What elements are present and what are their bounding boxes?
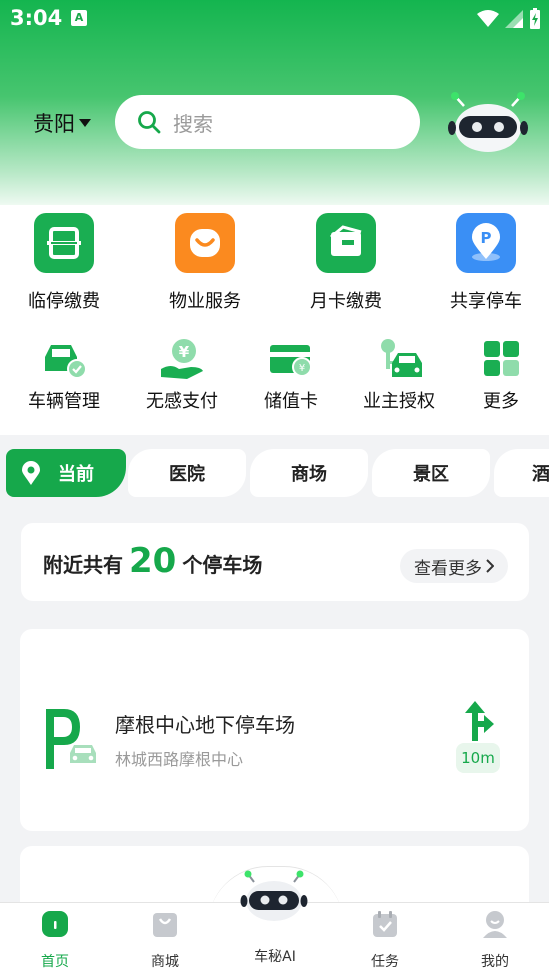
notification-icon: A [71,10,87,26]
owner-auth-icon [374,337,424,381]
search-placeholder: 搜索 [173,111,213,136]
robot-ai-icon[interactable] [238,868,310,924]
city-selector[interactable]: 贵阳 [33,108,91,138]
city-label: 贵阳 [33,112,75,136]
status-time: 3:04 [10,6,63,30]
nav-label: 我的 [481,954,509,970]
nav-label: 任务 [371,954,399,970]
service-label: 业主授权 [363,391,435,412]
parking-p-icon [46,709,96,769]
tab-label: 当前 [58,464,94,485]
nearby-text: 附近共有 20 个停车场 [43,541,262,581]
view-more-label: 查看更多 [414,558,482,579]
location-pin-icon [22,461,40,485]
service-seamless-pay[interactable]: ¥ 无感支付 [127,337,237,413]
wifi-icon [477,10,499,27]
battery-icon [530,8,540,29]
service-owner-auth[interactable]: 业主授权 [344,337,454,413]
services-panel: 临停缴费 物业服务 月卡缴费 P 共享停车 车辆管理 ¥ 无感支付 ¥ 储值卡 … [0,205,549,435]
nearby-count: 20 [129,541,177,581]
parking-lot-card[interactable]: 摩根中心地下停车场 林城西路摩根中心 10m [20,629,529,831]
service-property[interactable]: 物业服务 [150,213,260,313]
nearby-suffix: 个停车场 [182,553,263,577]
distance-badge: 10m [456,743,500,773]
stored-value-card-icon: ¥ [266,337,316,381]
search-bar[interactable]: 搜索 [115,95,420,149]
monthly-card-icon [316,213,376,273]
service-label: 车辆管理 [28,391,100,412]
parking-lot-address: 林城西路摩根中心 [115,750,244,769]
shared-parking-icon: P [456,213,516,273]
seamless-pay-icon: ¥ [157,337,207,381]
caret-down-icon [79,119,91,127]
service-label: 月卡缴费 [310,291,382,312]
nav-label: 首页 [41,954,69,970]
nearby-summary: 附近共有 20 个停车场 查看更多 [21,523,529,601]
service-shared-parking[interactable]: P 共享停车 [431,213,541,313]
tab-hotel[interactable]: 酒 [494,449,549,497]
tab-label: 景区 [413,464,449,485]
nav-shop[interactable]: 商城 [125,909,205,971]
nav-profile[interactable]: 我的 [455,909,535,971]
signal-icon [505,10,523,28]
service-label: 无感支付 [146,391,218,412]
service-vehicle-manage[interactable]: 车辆管理 [9,337,119,413]
service-temp-parking[interactable]: 临停缴费 [9,213,119,313]
parking-lot-name: 摩根中心地下停车场 [115,713,295,737]
service-label: 共享停车 [450,291,522,312]
nearby-prefix: 附近共有 [43,553,123,577]
tab-label: 医院 [169,464,205,485]
tab-hospital[interactable]: 医院 [128,449,246,497]
status-bar: 3:04 A [0,0,549,38]
svg-text:P: P [481,229,492,247]
more-grid-icon [476,337,526,381]
service-label: 物业服务 [169,291,241,312]
secondary-services: 车辆管理 ¥ 无感支付 ¥ 储值卡 业主授权 更多 [0,337,549,427]
service-label: 临停缴费 [28,291,100,312]
view-more-button[interactable]: 查看更多 [400,549,508,583]
nav-home[interactable]: 首页 [15,909,95,971]
svg-text:¥: ¥ [299,363,305,374]
primary-services: 临停缴费 物业服务 月卡缴费 P 共享停车 [0,213,549,323]
profile-icon [483,911,507,938]
task-calendar-icon [373,911,397,937]
vehicle-manage-icon [39,337,89,381]
home-icon [42,911,68,937]
service-stored-card[interactable]: ¥ 储值卡 [236,337,346,413]
tab-mall[interactable]: 商场 [250,449,368,497]
nav-ai-label[interactable]: 车秘AI [235,946,315,966]
nav-tasks[interactable]: 任务 [345,909,425,971]
status-icons [477,8,541,30]
tab-label: 商场 [291,464,327,485]
svg-text:¥: ¥ [179,343,190,361]
service-label: 储值卡 [264,391,318,412]
navigation-arrow-icon[interactable] [460,701,496,741]
tab-current[interactable]: 当前 [6,449,126,497]
robot-assistant-icon[interactable] [446,90,530,154]
temp-parking-icon [34,213,94,273]
chevron-right-icon [486,559,494,573]
shop-bag-icon [153,913,177,937]
tab-label: 酒 [532,464,549,485]
search-icon [138,111,161,134]
nav-label: 商城 [151,954,179,970]
tab-scenic[interactable]: 景区 [372,449,490,497]
service-label: 更多 [483,391,519,412]
service-monthly-card[interactable]: 月卡缴费 [291,213,401,313]
category-tabs: 当前 医院 商场 景区 酒 [0,449,549,497]
service-more[interactable]: 更多 [446,337,549,413]
property-service-icon [175,213,235,273]
